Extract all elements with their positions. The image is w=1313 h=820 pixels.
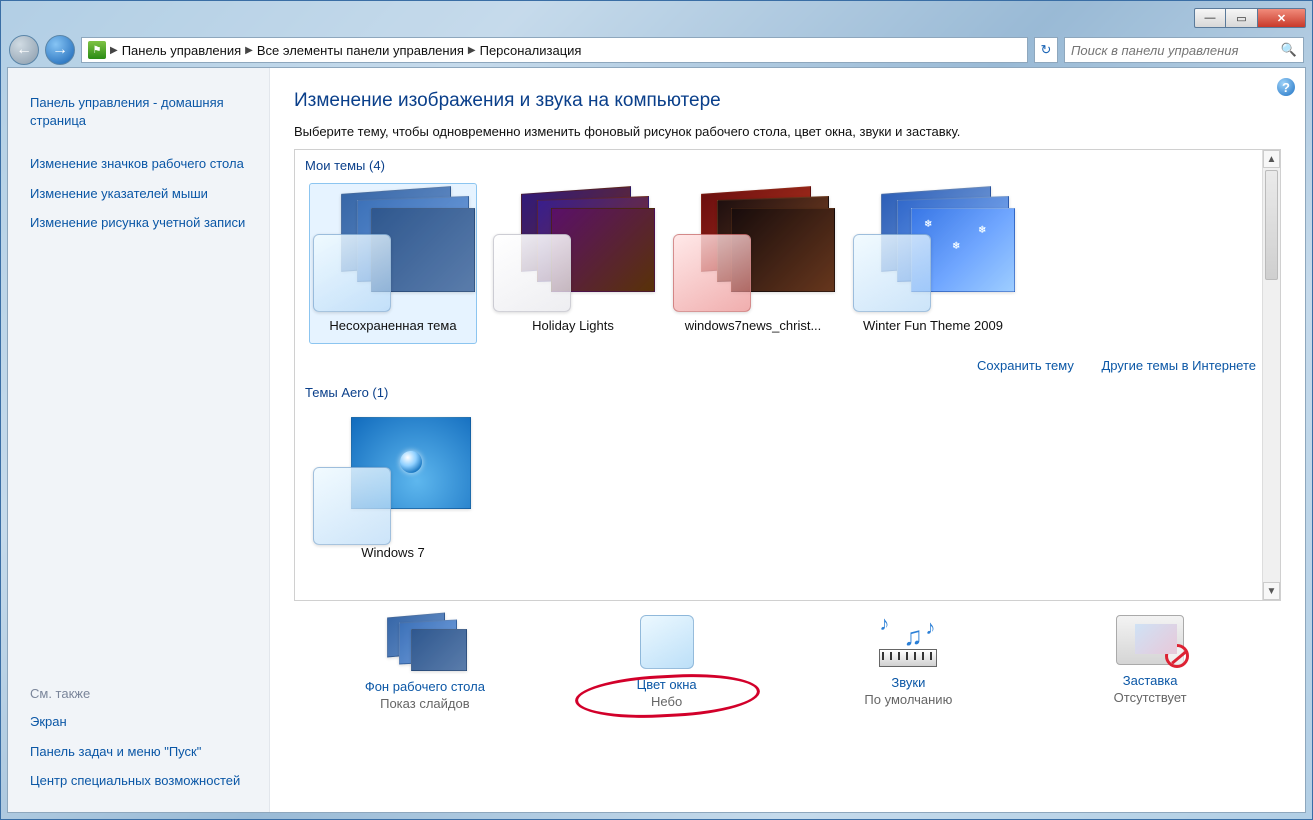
group-aero-title: Темы Aero (1) bbox=[295, 381, 1280, 404]
theme-label: Holiday Lights bbox=[492, 318, 654, 333]
sidebar-link-mouse-pointers[interactable]: Изменение указателей мыши bbox=[30, 179, 257, 209]
setting-value: Отсутствует bbox=[1030, 690, 1270, 705]
theme-winter-fun-2009[interactable]: ❄❄❄ Winter Fun Theme 2009 bbox=[849, 183, 1017, 344]
refresh-icon: ↻ bbox=[1041, 42, 1052, 58]
sidebar: Панель управления - домашняя страница Из… bbox=[8, 68, 270, 812]
sounds-button[interactable]: ♪ ♫ ♪ Звуки По умолчанию bbox=[788, 615, 1028, 707]
setting-title: Цвет окна bbox=[547, 677, 787, 692]
search-box[interactable]: 🔍 bbox=[1064, 37, 1304, 63]
sidebar-link-taskbar[interactable]: Панель задач и меню "Пуск" bbox=[30, 737, 257, 767]
setting-value: Показ слайдов bbox=[305, 696, 545, 711]
title-bar: — ▭ ✕ bbox=[7, 7, 1306, 29]
scroll-thumb[interactable] bbox=[1265, 170, 1278, 280]
forward-button[interactable]: → bbox=[45, 35, 75, 65]
theme-label: Windows 7 bbox=[312, 545, 474, 560]
theme-thumbnail bbox=[313, 190, 473, 310]
save-theme-link[interactable]: Сохранить тему bbox=[977, 358, 1074, 373]
arrow-left-icon: ← bbox=[16, 41, 32, 59]
content-body: ? Панель управления - домашняя страница … bbox=[7, 67, 1306, 813]
sidebar-link-desktop-icons[interactable]: Изменение значков рабочего стола bbox=[30, 149, 257, 179]
theme-unsaved[interactable]: Несохраненная тема bbox=[309, 183, 477, 344]
nav-row: ← → ⚑ ▶ Панель управления ▶ Все элементы… bbox=[7, 33, 1306, 67]
see-also-label: См. также bbox=[30, 680, 257, 707]
setting-title: Звуки bbox=[788, 675, 1028, 690]
screensaver-icon bbox=[1116, 615, 1184, 665]
sidebar-link-account-picture[interactable]: Изменение рисунка учетной записи bbox=[30, 208, 257, 238]
chevron-right-icon: ▶ bbox=[245, 45, 253, 56]
scrollbar[interactable]: ▲ ▼ bbox=[1262, 150, 1280, 600]
chevron-right-icon: ▶ bbox=[110, 45, 118, 56]
sidebar-link-ease-of-access[interactable]: Центр специальных возможностей bbox=[30, 766, 257, 796]
refresh-button[interactable]: ↻ bbox=[1034, 37, 1058, 63]
setting-title: Фон рабочего стола bbox=[305, 679, 545, 694]
sidebar-link-display[interactable]: Экран bbox=[30, 707, 257, 737]
main-pane: Изменение изображения и звука на компьют… bbox=[270, 68, 1305, 812]
breadcrumb-item[interactable]: Персонализация bbox=[480, 43, 582, 58]
group-my-themes-title: Мои темы (4) bbox=[295, 154, 1280, 177]
breadcrumb-item[interactable]: Все элементы панели управления bbox=[257, 43, 464, 58]
window-color-button[interactable]: Цвет окна Небо bbox=[547, 615, 787, 709]
bottom-settings-row: Фон рабочего стола Показ слайдов Цвет ок… bbox=[294, 601, 1281, 717]
back-button[interactable]: ← bbox=[9, 35, 39, 65]
chevron-right-icon: ▶ bbox=[468, 45, 476, 56]
setting-value: Небо bbox=[547, 694, 787, 709]
theme-thumbnail bbox=[673, 190, 833, 310]
setting-title: Заставка bbox=[1030, 673, 1270, 688]
theme-windows-7[interactable]: Windows 7 bbox=[309, 410, 477, 571]
setting-value: По умолчанию bbox=[788, 692, 1028, 707]
maximize-button[interactable]: ▭ bbox=[1226, 8, 1258, 28]
breadcrumb-item[interactable]: Панель управления bbox=[122, 43, 241, 58]
search-input[interactable] bbox=[1071, 43, 1281, 58]
none-icon bbox=[1165, 644, 1189, 668]
close-button[interactable]: ✕ bbox=[1258, 8, 1306, 28]
my-themes-row: Несохраненная тема Holiday Lights bbox=[295, 177, 1280, 350]
address-bar[interactable]: ⚑ ▶ Панель управления ▶ Все элементы пан… bbox=[81, 37, 1028, 63]
scroll-up-button[interactable]: ▲ bbox=[1263, 150, 1280, 168]
window-frame: — ▭ ✕ ← → ⚑ ▶ Панель управления ▶ Все эл… bbox=[0, 0, 1313, 820]
theme-thumbnail bbox=[493, 190, 653, 310]
scroll-down-button[interactable]: ▼ bbox=[1263, 582, 1280, 600]
theme-holiday-lights[interactable]: Holiday Lights bbox=[489, 183, 657, 344]
theme-action-links: Сохранить тему Другие темы в Интернете bbox=[295, 350, 1280, 381]
arrow-right-icon: → bbox=[52, 41, 68, 59]
more-themes-link[interactable]: Другие темы в Интернете bbox=[1102, 358, 1257, 373]
search-icon: 🔍 bbox=[1281, 42, 1297, 58]
theme-thumbnail: ❄❄❄ bbox=[853, 190, 1013, 310]
theme-label: Несохраненная тема bbox=[312, 318, 474, 333]
screensaver-button[interactable]: Заставка Отсутствует bbox=[1030, 615, 1270, 705]
control-panel-icon: ⚑ bbox=[88, 41, 106, 59]
themes-area: Мои темы (4) Несохраненная тема bbox=[294, 149, 1281, 601]
page-title: Изменение изображения и звука на компьют… bbox=[294, 90, 1281, 112]
theme-label: windows7news_christ... bbox=[672, 318, 834, 333]
theme-label: Winter Fun Theme 2009 bbox=[852, 318, 1014, 333]
aero-themes-row: Windows 7 bbox=[295, 404, 1280, 577]
theme-windows7news-christ[interactable]: windows7news_christ... bbox=[669, 183, 837, 344]
desktop-background-button[interactable]: Фон рабочего стола Показ слайдов bbox=[305, 615, 545, 711]
page-description: Выберите тему, чтобы одновременно измени… bbox=[294, 124, 1281, 139]
minimize-button[interactable]: — bbox=[1194, 8, 1226, 28]
theme-thumbnail bbox=[313, 417, 473, 537]
window-color-icon bbox=[640, 615, 694, 669]
sidebar-home-link[interactable]: Панель управления - домашняя страница bbox=[30, 88, 257, 135]
sounds-icon: ♪ ♫ ♪ bbox=[873, 615, 943, 667]
